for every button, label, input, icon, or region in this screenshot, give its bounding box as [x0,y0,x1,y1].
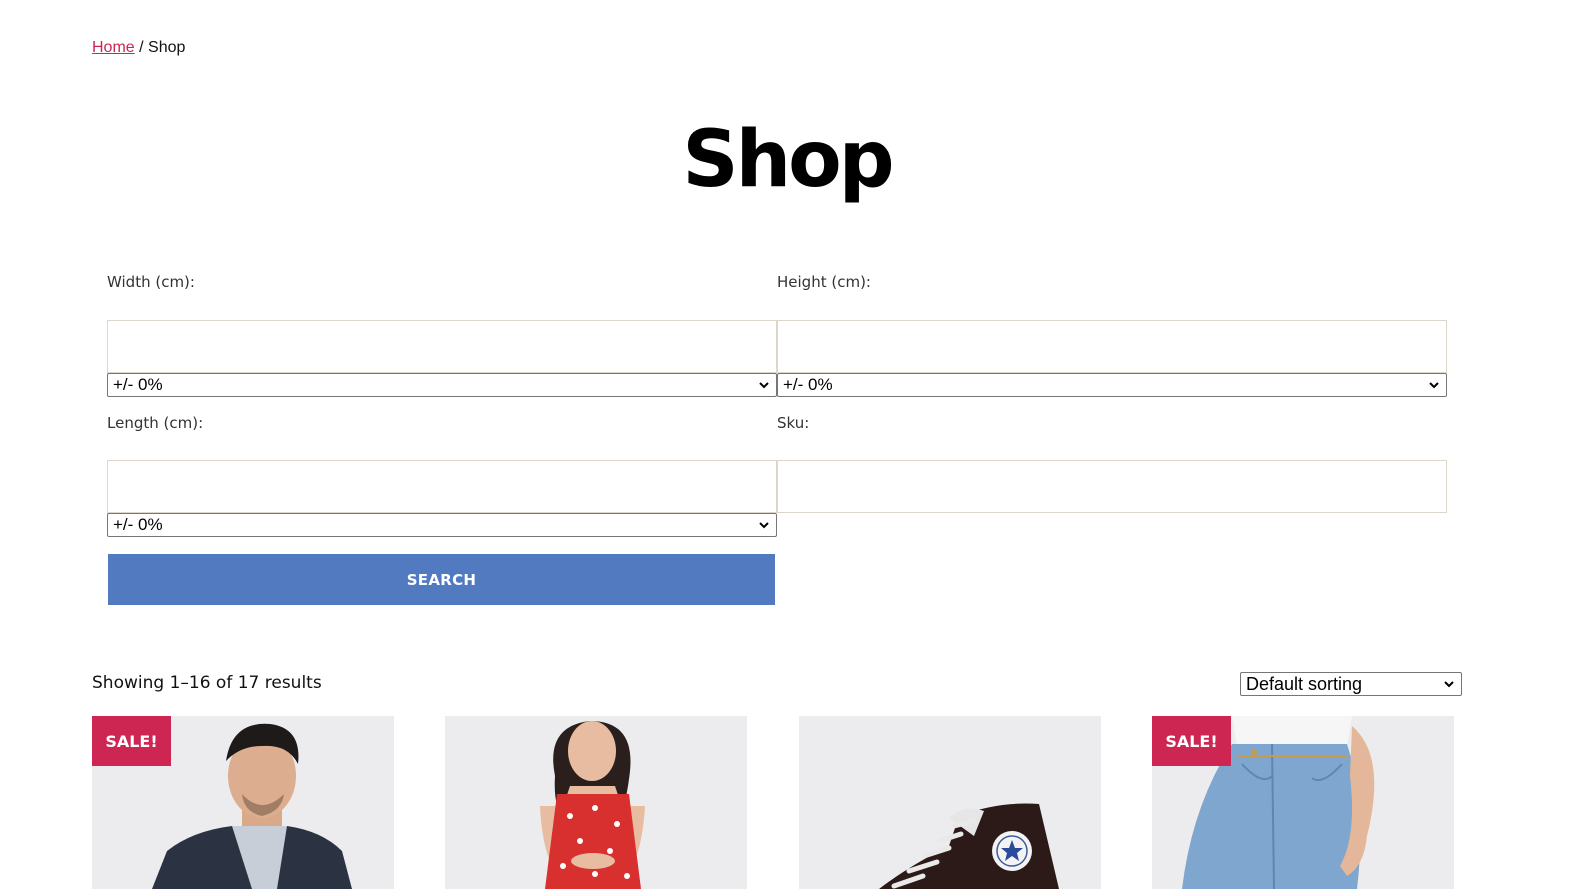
chevron-down-icon [1444,681,1454,688]
high-top-sneaker-image [799,716,1101,889]
search-button[interactable]: SEARCH [108,554,775,605]
breadcrumb-separator: / [134,39,149,56]
chevron-down-icon [1429,382,1439,389]
breadcrumb-home-link[interactable]: Home [92,39,135,56]
breadcrumb-current: Shop [148,39,186,56]
length-input[interactable] [107,460,777,513]
length-tolerance-select[interactable]: +/- 0% [107,513,777,537]
sale-badge: SALE! [92,716,171,766]
sale-badge: SALE! [1152,716,1231,766]
sku-input[interactable] [777,460,1447,513]
width-tolerance-value: +/- 0% [113,375,163,394]
woman-in-red-floral-dress-image [445,716,747,889]
product-card[interactable] [445,716,747,889]
breadcrumb: Home / Shop [92,39,185,57]
sorting-select[interactable]: Default sorting [1240,672,1462,696]
chevron-down-icon [759,382,769,389]
product-card[interactable] [799,716,1101,889]
result-count: Showing 1–16 of 17 results [92,673,322,693]
height-input[interactable] [777,320,1447,373]
length-label: Length (cm): [107,414,204,432]
length-tolerance-value: +/- 0% [113,515,163,534]
sku-label: Sku: [777,414,810,432]
width-tolerance-select[interactable]: +/- 0% [107,373,777,397]
product-card[interactable]: SALE! [92,716,394,889]
chevron-down-icon [759,522,769,529]
height-tolerance-select[interactable]: +/- 0% [777,373,1447,397]
sorting-value: Default sorting [1246,674,1363,694]
product-card[interactable]: SALE! [1152,716,1454,889]
page-title: Shop [682,115,894,205]
height-label: Height (cm): [777,273,871,291]
width-label: Width (cm): [107,273,195,291]
width-input[interactable] [107,320,777,373]
height-tolerance-value: +/- 0% [783,375,833,394]
